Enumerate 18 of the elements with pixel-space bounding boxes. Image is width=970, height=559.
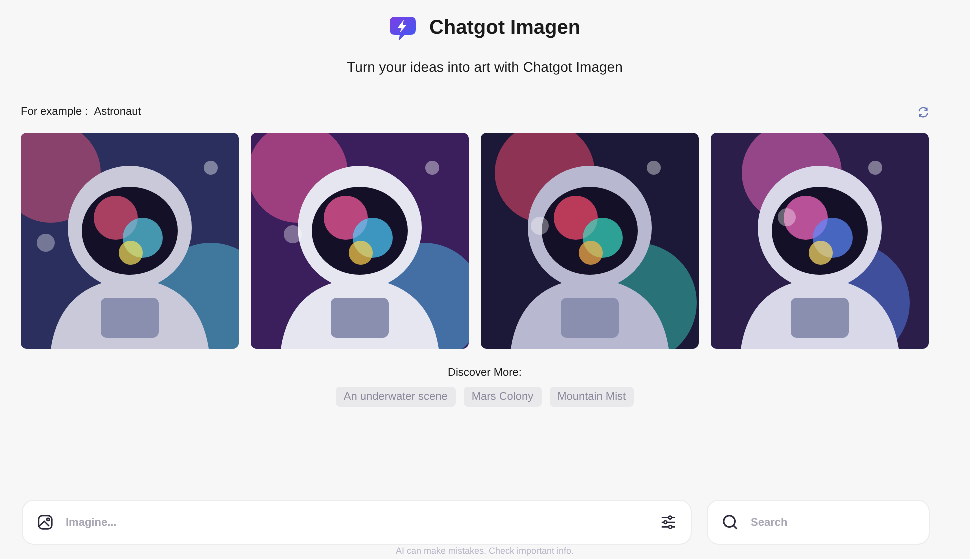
search-icon — [722, 514, 739, 531]
example-topic: Astronaut — [94, 106, 142, 118]
subtitle: Turn your ideas into art with Chatgot Imagen — [346, 59, 624, 75]
example-label: For example : — [21, 106, 88, 118]
discover-label: Discover More: — [447, 367, 523, 379]
search-field[interactable]: Search — [707, 500, 930, 545]
suggestion-chip[interactable]: Mars Colony — [464, 387, 542, 407]
logo-icon — [389, 14, 418, 42]
app-title: Chatgot Imagen — [429, 16, 581, 40]
suggestion-chip[interactable]: Mountain Mist — [550, 387, 634, 407]
disclaimer-text: AI can make mistakes. Check important info. — [394, 546, 576, 556]
suggestion-chip[interactable]: An underwater scene — [336, 387, 456, 407]
search-input[interactable]: Search — [749, 516, 915, 530]
prompt-field[interactable]: Imagine... — [22, 500, 692, 545]
settings-icon[interactable] — [660, 514, 677, 531]
prompt-input[interactable]: Imagine... — [64, 516, 650, 530]
refresh-icon[interactable] — [917, 106, 930, 118]
image-icon[interactable] — [37, 514, 54, 531]
